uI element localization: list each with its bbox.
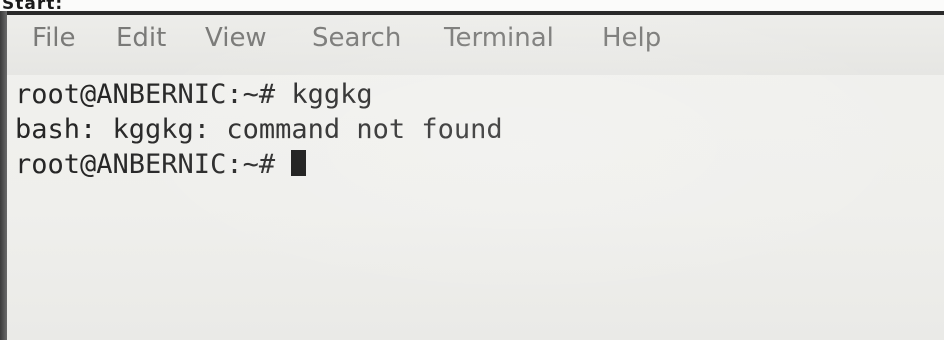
prompt-text: root@ANBERNIC:~# (15, 149, 292, 180)
menu-file[interactable]: File (32, 23, 76, 53)
menu-view[interactable]: View (205, 23, 267, 53)
menu-edit[interactable]: Edit (116, 23, 166, 53)
terminal-output[interactable]: root@ANBERNIC:~# kggkg bash: kggkg: comm… (7, 75, 944, 340)
text-cursor (291, 150, 307, 176)
menu-terminal[interactable]: Terminal (444, 23, 554, 53)
terminal-line-command: root@ANBERNIC:~# kggkg (15, 78, 373, 112)
bezel-left (0, 11, 7, 340)
photo-of-terminal-screen: Start: File Edit View Search Terminal He… (0, 0, 944, 340)
command-text: root@ANBERNIC:~# kggkg (15, 79, 373, 110)
menu-bar: File Edit View Search Terminal Help (7, 15, 944, 75)
terminal-line-prompt: root@ANBERNIC:~# (15, 148, 307, 182)
menu-search[interactable]: Search (312, 23, 401, 53)
terminal-window: File Edit View Search Terminal Help root… (7, 15, 944, 340)
error-text: bash: kggkg: command not found (15, 114, 503, 145)
terminal-line-error: bash: kggkg: command not found (15, 113, 503, 147)
menu-help[interactable]: Help (602, 23, 661, 53)
